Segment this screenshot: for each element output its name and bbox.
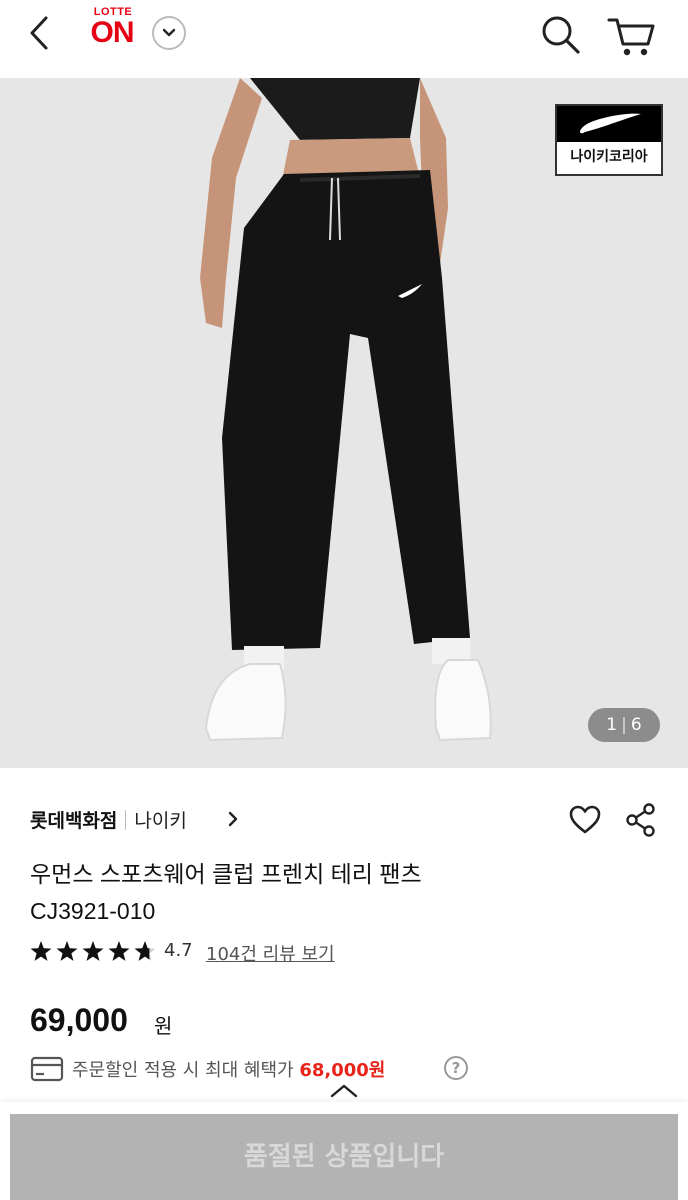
brand-badge-logo: [557, 106, 661, 142]
product-image-carousel[interactable]: 나이키코리아 1 | 6: [0, 78, 688, 768]
benefit-text: 주문할인 적용 시 최대 혜택가 68,000원: [72, 1056, 385, 1082]
swoosh-icon: [580, 113, 641, 134]
cart-icon: [607, 18, 655, 56]
chevron-down-icon: [162, 28, 176, 37]
star-icon-filled: [108, 941, 130, 961]
brand-badge-label: 나이키코리아: [570, 149, 648, 165]
search-button[interactable]: [538, 12, 584, 58]
cart-button[interactable]: [606, 12, 658, 58]
expand-handle[interactable]: [328, 1080, 360, 1102]
benefit-row: 주문할인 적용 시 최대 혜택가 68,000원 ?: [30, 1052, 490, 1084]
card-icon: [30, 1056, 64, 1082]
mall-select-button[interactable]: [152, 16, 186, 50]
star-icon-filled: [56, 941, 78, 961]
store-name[interactable]: 롯데백화점: [30, 810, 117, 832]
soldout-button[interactable]: 품절된 상품입니다: [10, 1114, 678, 1200]
rating-value: 4.7: [164, 940, 193, 961]
logo-main-text: ON: [90, 16, 135, 49]
product-title-line1: 우먼스 스포츠웨어 클럽 프렌치 테리 팬츠: [30, 861, 422, 887]
top-header: LOTTE ON: [0, 0, 688, 78]
help-icon[interactable]: ?: [444, 1056, 468, 1080]
star-icon-filled: [30, 941, 52, 961]
brand-badge[interactable]: 나이키코리아: [555, 104, 663, 176]
store-breadcrumb: 롯데백화점 나이키: [30, 806, 187, 836]
chevron-right-icon[interactable]: [226, 810, 240, 828]
product-price: 69,000: [30, 1002, 128, 1038]
price-unit: 원: [154, 1014, 173, 1038]
star-icon-filled: [82, 941, 104, 961]
review-link[interactable]: 104건 리뷰 보기: [206, 940, 335, 966]
heart-icon: [569, 805, 601, 834]
counter-separator: |: [621, 715, 627, 735]
back-button[interactable]: [24, 12, 60, 54]
counter-total: 6: [630, 715, 642, 735]
benefit-label: 주문할인 적용 시 최대 혜택가: [72, 1060, 300, 1081]
back-icon: [30, 16, 48, 50]
rating-stars: [30, 941, 156, 961]
lotte-on-logo[interactable]: LOTTE ON: [84, 6, 140, 56]
divider: [125, 810, 127, 830]
chevron-up-icon: [330, 1084, 358, 1098]
counter-current: 1: [606, 715, 618, 735]
wishlist-button[interactable]: [568, 804, 602, 836]
bottom-action-bar: 품절된 상품입니다: [0, 1084, 688, 1200]
product-title: 우먼스 스포츠웨어 클럽 프렌치 테리 팬츠 CJ3921-010: [30, 856, 590, 930]
product-title-line2: CJ3921-010: [30, 898, 156, 924]
product-image: [200, 78, 492, 742]
search-icon: [542, 16, 580, 54]
image-counter: 1 | 6: [588, 708, 660, 742]
brand-link[interactable]: 나이키: [134, 810, 186, 832]
share-icon: [626, 803, 655, 837]
share-button[interactable]: [624, 802, 658, 838]
benefit-amount: 68,000원: [299, 1060, 386, 1081]
